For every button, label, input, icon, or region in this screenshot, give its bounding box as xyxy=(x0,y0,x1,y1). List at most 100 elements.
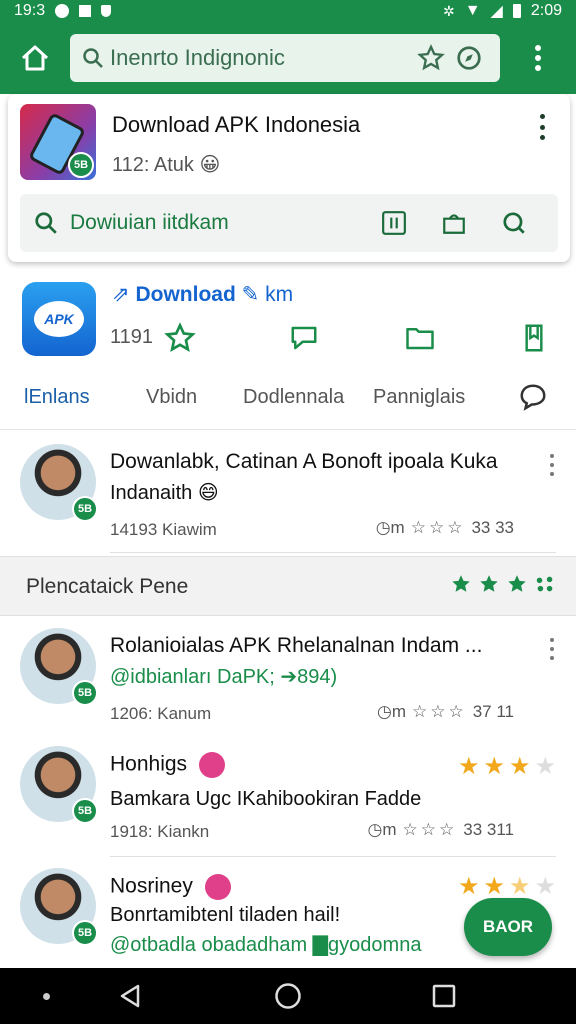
compass-button[interactable] xyxy=(450,39,488,77)
search-icon xyxy=(83,48,103,68)
chat-tab-button[interactable] xyxy=(518,382,548,417)
post-subtitle: @idbianları DaPK; ➔894) xyxy=(110,666,338,688)
bag-icon xyxy=(443,214,465,234)
post-title-text: Honhigs xyxy=(110,752,188,776)
post-subtitle-2: @otbadla obadadham ▇gyodomna xyxy=(110,934,422,956)
browser-toolbar: Inenrto Indignonic xyxy=(0,22,576,94)
more-vertical-icon xyxy=(535,45,541,71)
app-card-icon[interactable]: 5B xyxy=(20,104,96,180)
bookmark-button[interactable] xyxy=(514,318,554,358)
star-gold-icon: ★ xyxy=(457,873,480,900)
post-rating: ★ ★ ★ ★ xyxy=(458,752,556,781)
pencil-icon: ✎ xyxy=(241,283,260,306)
shopping-bag-button[interactable] xyxy=(424,194,484,252)
tab-1[interactable]: Vbidn xyxy=(146,386,197,409)
pause-button[interactable] xyxy=(364,194,424,252)
star-gold-icon: ★ xyxy=(483,873,505,900)
chat-search-button[interactable] xyxy=(484,194,544,252)
floating-action-button[interactable]: BAOR xyxy=(464,898,552,956)
tab-2[interactable]: Dodlennala xyxy=(243,386,344,409)
avatar[interactable]: 5B xyxy=(20,444,98,522)
chat-search-icon xyxy=(503,212,525,234)
status-time-left: 19:3 xyxy=(14,2,46,19)
app-icon[interactable]: APK xyxy=(22,282,96,356)
app-title[interactable]: ⇗ Download ✎ km xyxy=(112,282,293,307)
home-icon xyxy=(21,45,49,71)
post-title[interactable]: Dowanlabk, Catinan A Bonoft ipoala Kuka xyxy=(110,450,498,474)
section-header: Plencataick Pene xyxy=(0,556,576,616)
post-meta: 14193 Kiawim xyxy=(110,520,217,539)
post-title[interactable]: Nosriney xyxy=(110,874,231,900)
card-subtitle: 112: Atuk 😀 xyxy=(112,154,221,176)
notification-icon xyxy=(55,4,70,18)
star-outline-icon xyxy=(164,322,196,352)
section-title: Plencataick Pene xyxy=(26,575,189,598)
bookmark-star-button[interactable] xyxy=(412,39,450,77)
section-rating xyxy=(450,573,556,595)
rating-stars-icon: ☆☆☆ xyxy=(410,518,466,537)
card-search-text: Dowiuian iitdkam xyxy=(70,211,229,234)
post-stats-values: 33 33 xyxy=(471,518,514,537)
card-more-button[interactable] xyxy=(532,114,552,140)
recents-button[interactable] xyxy=(424,968,464,1024)
status-bar: 19:3 ✲ ▼ ◢ 2:09 xyxy=(0,0,576,22)
favorite-button[interactable] xyxy=(160,318,200,358)
app-icon-text: APK xyxy=(34,301,84,337)
rating-stars-icon: ☆☆☆ xyxy=(402,820,458,839)
post-meta: 1206: Kanum xyxy=(110,704,212,723)
post-item[interactable]: 5B Dowanlabk, Catinan A Bonoft ipoala Ku… xyxy=(0,440,576,554)
post-more-button[interactable] xyxy=(548,638,556,660)
tab-3[interactable]: Panniglais xyxy=(373,386,465,409)
comment-button[interactable] xyxy=(284,318,324,358)
home-button[interactable] xyxy=(0,22,70,94)
app-count: 1191 xyxy=(110,326,154,348)
star-filled-icon xyxy=(452,575,470,592)
gallery-icon xyxy=(79,5,92,17)
search-icon xyxy=(35,212,57,234)
status-time-right: 2:09 xyxy=(530,2,562,19)
post-more-button[interactable] xyxy=(548,454,556,476)
star-gold-icon: ★ xyxy=(457,753,480,780)
comment-icon xyxy=(291,326,317,350)
avatar-badge: 5B xyxy=(72,920,98,946)
star-gold-icon: ★ xyxy=(508,873,531,900)
shield-icon xyxy=(101,5,112,17)
tab-bar: lEnlans Vbidn Dodlennala Panniglais xyxy=(0,372,576,430)
recents-square-icon xyxy=(432,984,456,1008)
card-badge: 5B xyxy=(68,152,94,178)
rating-stars-icon: ☆☆☆ xyxy=(411,702,467,721)
card-search-bar[interactable]: Dowiuian iitdkam xyxy=(20,194,558,252)
star-dotted-icon xyxy=(536,576,553,592)
post-item[interactable]: 5B Honhigs Bamkara Ugc IKahibookiran Fad… xyxy=(0,742,576,858)
avatar[interactable]: 5B xyxy=(20,868,98,946)
system-nav-bar xyxy=(0,968,576,1024)
card-title[interactable]: Download APK Indonesia xyxy=(112,112,360,138)
download-arrow-icon: ⇗ xyxy=(112,283,130,306)
battery-icon xyxy=(512,4,521,18)
compass-icon xyxy=(457,46,481,70)
avatar[interactable]: 5B xyxy=(20,746,98,824)
star-empty-icon: ★ xyxy=(534,753,556,780)
url-bar[interactable]: Inenrto Indignonic xyxy=(70,34,500,82)
note-icon xyxy=(525,324,543,352)
folder-button[interactable] xyxy=(400,318,440,358)
clock-icon: ◷m xyxy=(375,518,405,537)
browser-menu-button[interactable] xyxy=(500,22,576,94)
avatar[interactable]: 5B xyxy=(20,628,98,706)
post-stats: ◷m ☆☆☆ 33 311 xyxy=(368,820,514,840)
star-filled-icon xyxy=(480,575,498,592)
divider xyxy=(110,856,556,857)
back-button[interactable] xyxy=(110,968,150,1024)
tab-0[interactable]: lEnlans xyxy=(24,386,90,409)
post-subtitle: Bamkara Ugc IKahibookiran Fadde xyxy=(110,788,422,810)
signal-icon: ◢ xyxy=(490,3,503,20)
post-title[interactable]: Honhigs xyxy=(110,752,225,778)
divider xyxy=(110,552,556,553)
star-gold-icon: ★ xyxy=(483,753,505,780)
url-text: Inenrto Indignonic xyxy=(110,45,285,70)
post-title[interactable]: Rolanioialas APK Rhelanalnan Indam ... xyxy=(110,634,482,658)
home-nav-button[interactable] xyxy=(268,968,308,1024)
post-rating: ★ ★ ★ ★ xyxy=(458,872,556,901)
avatar-badge: 5B xyxy=(72,680,98,706)
post-item[interactable]: 5B Rolanioialas APK Rhelanalnan Indam ..… xyxy=(0,624,576,740)
